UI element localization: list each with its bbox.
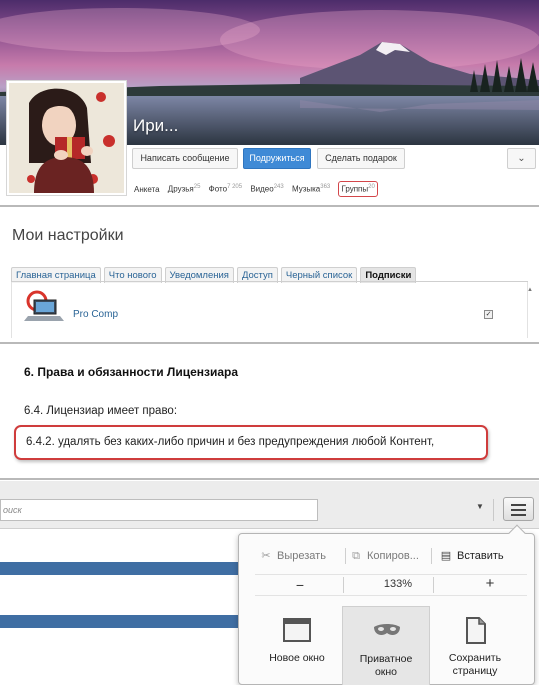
window-icon bbox=[283, 618, 311, 642]
new-window-button[interactable]: Новое окно bbox=[253, 606, 341, 685]
laptop-icon bbox=[24, 290, 64, 321]
page-background bbox=[0, 530, 238, 685]
license-panel: 6. Права и обязанности Лицензиара 6.4. Л… bbox=[0, 342, 539, 480]
subscription-checkbox[interactable]: ✓ bbox=[484, 310, 493, 319]
copy-icon: ⧉ bbox=[352, 550, 360, 562]
save-page-label: Сохранить страницу bbox=[448, 652, 502, 677]
zoom-controls: − 133% + bbox=[255, 574, 527, 596]
paste-label: Вставить bbox=[457, 550, 504, 562]
profile-name[interactable]: Ири... bbox=[133, 116, 178, 136]
tab-count: 25 bbox=[193, 184, 201, 190]
new-window-label: Новое окно bbox=[269, 652, 325, 664]
subscription-row: Pro Comp ✓ bbox=[11, 282, 528, 338]
tab-groups[interactable]: Группы20 bbox=[338, 181, 378, 197]
avatar-photo bbox=[9, 83, 124, 193]
tab-label: Видео bbox=[250, 184, 274, 194]
tab-count: 20 bbox=[368, 184, 375, 190]
profile-tabs: Анкета Друзья25 Фото7 205 Видео243 Музык… bbox=[134, 181, 384, 197]
page-nav-strip bbox=[0, 562, 238, 575]
license-subclause: 6.4.2. удалять без каких-либо причин и б… bbox=[26, 436, 435, 448]
browser-menu-popup: ✂ Вырезать ⧉ Копиров... ▤ Вставить − 133% +… bbox=[238, 524, 535, 685]
private-window-button[interactable]: Приватное окно bbox=[342, 606, 430, 685]
browser-panel: оиск ▼ ✂ Вырезать ⧉ Копиров... ▤ Вставить bbox=[0, 481, 539, 685]
tab-label: Музыка bbox=[291, 184, 321, 194]
zoom-out-button[interactable]: − bbox=[291, 577, 309, 593]
tab-label: Друзья bbox=[167, 184, 194, 194]
tab-count: 7 205 bbox=[227, 184, 243, 190]
tab-label: Группы bbox=[341, 184, 369, 194]
add-friend-button[interactable]: Подружиться bbox=[243, 148, 311, 169]
cut-label: Вырезать bbox=[277, 550, 326, 562]
tab-anketa[interactable]: Анкета bbox=[134, 185, 160, 194]
cut-button[interactable]: ✂ Вырезать bbox=[259, 546, 326, 566]
search-input[interactable]: оиск bbox=[0, 499, 318, 521]
hamburger-menu-button[interactable] bbox=[503, 497, 534, 521]
toolbar-separator bbox=[493, 499, 494, 521]
edit-controls: ✂ Вырезать ⧉ Копиров... ▤ Вставить bbox=[255, 546, 527, 568]
highlight-box: 6.4.2. удалять без каких-либо причин и б… bbox=[14, 425, 488, 460]
tab-music[interactable]: Музыка363 bbox=[292, 184, 330, 194]
tab-count: 243 bbox=[273, 184, 284, 190]
copy-label: Копиров... bbox=[367, 550, 419, 562]
settings-panel: Мои настройки Главная страница Что нового… bbox=[0, 205, 539, 342]
dropdown-arrow-icon[interactable]: ▼ bbox=[476, 502, 484, 511]
license-clause: 6.4. Лицензиар имеет право: bbox=[24, 405, 178, 417]
settings-tabs: Главная страница Что нового Уведомления Дос… bbox=[11, 265, 419, 283]
send-gift-button[interactable]: Сделать подарок bbox=[317, 148, 405, 169]
tab-video[interactable]: Видео243 bbox=[250, 184, 283, 194]
tab-photos[interactable]: Фото7 205 bbox=[209, 184, 242, 194]
profile-actions: Написать сообщение Подружиться Сделать п… bbox=[127, 145, 539, 204]
more-button[interactable]: ⌄ bbox=[507, 148, 536, 169]
profile-panel: Ири... Написать сообщение Подружиться Сд… bbox=[0, 0, 539, 204]
license-heading: 6. Права и обязанности Лицензиара bbox=[24, 365, 239, 379]
zoom-in-button[interactable]: + bbox=[481, 575, 499, 592]
save-page-button[interactable]: Сохранить страницу bbox=[431, 606, 519, 685]
subscription-name[interactable]: Pro Comp bbox=[73, 309, 118, 320]
paste-button[interactable]: ▤ Вставить bbox=[439, 546, 504, 566]
browser-toolbar: оиск ▼ bbox=[0, 481, 539, 529]
hamburger-icon bbox=[511, 504, 526, 506]
scroll-up-arrow[interactable]: ▲ bbox=[527, 287, 536, 295]
page-nav-strip bbox=[0, 615, 238, 628]
mask-icon bbox=[374, 624, 400, 635]
copy-button[interactable]: ⧉ Копиров... bbox=[349, 546, 419, 566]
page-icon bbox=[466, 617, 486, 644]
avatar[interactable] bbox=[6, 80, 127, 196]
clipboard-icon: ▤ bbox=[440, 550, 452, 562]
tab-friends[interactable]: Друзья25 bbox=[168, 184, 201, 194]
write-message-button[interactable]: Написать сообщение bbox=[132, 148, 238, 169]
tab-label: Анкета bbox=[134, 184, 160, 194]
zoom-level[interactable]: 133% bbox=[373, 578, 423, 590]
page-title: Мои настройки bbox=[12, 227, 124, 244]
scissors-icon: ✂ bbox=[261, 550, 271, 562]
chevron-down-icon: ⌄ bbox=[517, 153, 526, 164]
tab-label: Фото bbox=[208, 184, 228, 194]
tab-count: 363 bbox=[320, 184, 331, 190]
private-window-label: Приватное окно bbox=[359, 653, 413, 678]
